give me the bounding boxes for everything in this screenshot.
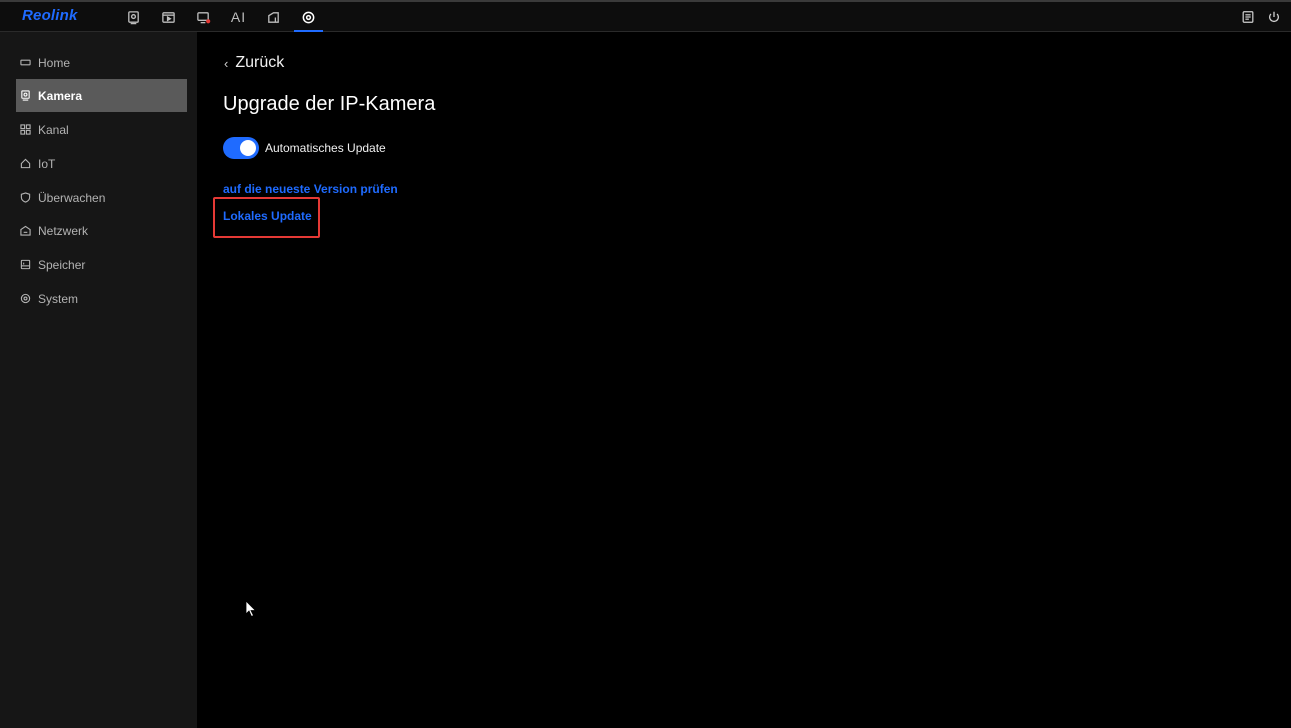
auto-update-toggle[interactable] (223, 137, 259, 159)
sidebar-item-label: Netzwerk (38, 223, 89, 238)
sidebar-item-netzwerk[interactable]: Netzwerk (16, 214, 187, 247)
sidebar-item-label: Kamera (38, 88, 83, 103)
sidebar-item-label: Kanal (38, 122, 69, 137)
sidebar-item-label: Überwachen (38, 190, 106, 205)
sidebar-item-label: System (38, 291, 79, 306)
top-bar: Reolink AI (0, 0, 1291, 32)
sidebar-item-ueberwachen[interactable]: Überwachen (16, 181, 187, 214)
network-icon (20, 225, 31, 236)
sidebar-item-system[interactable]: System (16, 282, 187, 315)
sidebar-item-kamera[interactable]: Kamera (16, 79, 187, 112)
top-nav-playback[interactable] (151, 2, 186, 32)
auto-update-label: Automatisches Update (265, 141, 386, 155)
top-nav-ai[interactable]: AI (221, 2, 256, 32)
notes-icon[interactable] (1241, 10, 1255, 24)
top-nav-device[interactable] (256, 2, 291, 32)
reolink-logo[interactable]: Reolink (22, 7, 78, 24)
camera-icon (20, 90, 31, 101)
main-content: ‹ Zurück Upgrade der IP-Kamera Automatis… (197, 32, 1291, 728)
top-nav-live-view[interactable] (116, 2, 151, 32)
sidebar-item-label: Home (38, 55, 71, 70)
playback-icon (162, 11, 175, 23)
sidebar-item-home[interactable]: Home (16, 46, 187, 79)
local-update-link[interactable]: Lokales Update (223, 209, 312, 223)
shield-icon (20, 192, 31, 203)
system-gear-icon (20, 293, 31, 304)
home-icon (20, 57, 31, 68)
chevron-left-icon: ‹ (224, 55, 229, 71)
top-nav: AI (116, 2, 326, 32)
top-right-actions (1241, 2, 1281, 32)
page-title: Upgrade der IP-Kamera (223, 93, 436, 115)
sidebar-item-speicher[interactable]: Speicher (16, 248, 187, 281)
check-version-link[interactable]: auf die neueste Version prüfen (223, 182, 398, 196)
top-nav-alarm[interactable] (186, 2, 221, 32)
power-icon[interactable] (1267, 10, 1281, 24)
back-button[interactable]: ‹ Zurück (224, 54, 284, 72)
device-icon (268, 11, 279, 23)
sidebar-item-iot[interactable]: IoT (16, 147, 187, 180)
back-label: Zurück (235, 54, 285, 71)
settings-icon (302, 11, 315, 23)
auto-update-row: Automatisches Update (223, 137, 386, 159)
sidebar-item-label: IoT (38, 156, 56, 171)
ai-icon: AI (230, 9, 247, 25)
top-nav-settings[interactable] (291, 2, 326, 32)
sidebar-item-label: Speicher (38, 257, 86, 272)
iot-house-icon (20, 158, 31, 169)
alarm-video-icon (197, 11, 211, 23)
channel-grid-icon (20, 124, 31, 135)
mouse-cursor-icon (245, 600, 257, 618)
toggle-knob (240, 140, 256, 156)
sidebar: Home Kamera Kanal IoT Überwachen Netzwer… (0, 32, 197, 728)
camera-live-icon (128, 10, 139, 24)
sidebar-item-kanal[interactable]: Kanal (16, 113, 187, 146)
storage-icon (20, 259, 31, 270)
